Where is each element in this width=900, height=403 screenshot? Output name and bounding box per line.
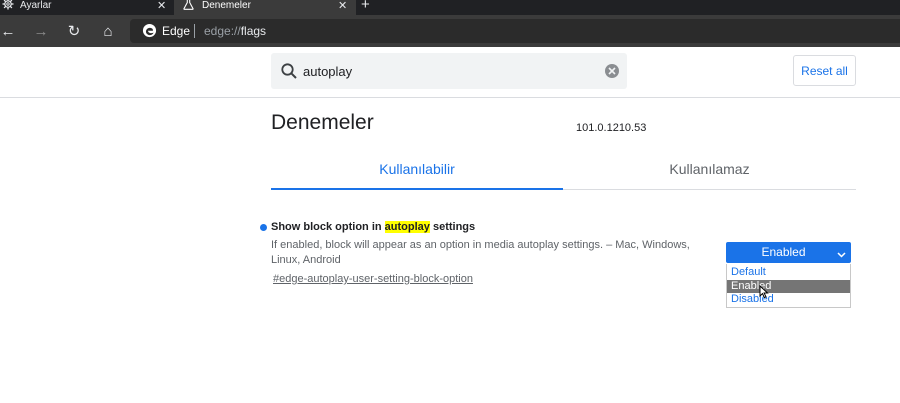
chevron-down-icon [837, 248, 846, 258]
address-bar[interactable]: Edge edge://flags [130, 19, 900, 43]
option-default[interactable]: Default [727, 266, 850, 279]
url-scheme: edge:// [204, 24, 241, 38]
experiments-tab-nav: Kullanılabilir Kullanılamaz [271, 148, 856, 190]
experiment-title: Show block option in autoplay settings [271, 219, 475, 235]
mouse-cursor-icon [759, 284, 771, 299]
back-button[interactable]: ← [0, 15, 22, 47]
address-divider [194, 24, 195, 38]
clear-search-icon[interactable] [604, 63, 620, 79]
search-match-highlight: autoplay [384, 221, 430, 233]
reset-all-button[interactable]: Reset all [793, 55, 856, 86]
experiment-title-prefix: Show block option in [271, 221, 385, 233]
search-input[interactable] [303, 60, 583, 82]
refresh-button[interactable]: ↻ [60, 15, 88, 47]
version-label: 101.0.1210.53 [576, 122, 647, 134]
tab-label: Ayarlar [20, 0, 52, 11]
close-tab-icon[interactable]: ✕ [157, 0, 166, 12]
new-tab-button[interactable]: + [361, 0, 370, 13]
experiment-permalink[interactable]: #edge-autoplay-user-setting-block-option [273, 272, 473, 286]
search-icon [280, 62, 298, 80]
search-box[interactable] [271, 53, 627, 89]
experiment-state-select[interactable]: Enabled [726, 242, 851, 263]
tab-unavailable[interactable]: Kullanılamaz [563, 148, 856, 190]
active-tab-underline [271, 188, 563, 190]
tab-label: Denemeler [202, 0, 251, 11]
edge-brand-label: Edge [162, 24, 191, 38]
url-text[interactable]: edge://flags [204, 23, 266, 39]
selected-value: Enabled [761, 245, 806, 259]
tab-denemeler[interactable]: Denemeler ✕ [174, 0, 356, 15]
option-enabled[interactable]: Enabled [727, 280, 850, 293]
state-options-list: Default Enabled Disabled [726, 264, 851, 308]
tab-available[interactable]: Kullanılabilir [271, 148, 563, 190]
modified-indicator-dot [260, 224, 267, 231]
experiment-description: If enabled, block will appear as an opti… [271, 239, 690, 266]
tab-strip: Ayarlar ✕ Denemeler ✕ + [0, 0, 900, 15]
browser-toolbar: ← → ↻ ⌂ Edge edge://flags [0, 15, 900, 47]
flags-header: Reset all [0, 47, 900, 98]
tab-ayarlar[interactable]: Ayarlar ✕ [0, 0, 172, 15]
option-disabled[interactable]: Disabled [727, 293, 850, 306]
flask-icon [183, 0, 194, 15]
experiment-title-suffix: settings [429, 221, 476, 233]
home-button[interactable]: ⌂ [94, 15, 122, 47]
close-tab-icon[interactable]: ✕ [338, 0, 347, 12]
edge-logo-icon [142, 23, 157, 38]
gear-icon [2, 0, 14, 15]
page-title: Denemeler [271, 111, 374, 134]
url-path: flags [240, 24, 267, 38]
forward-button[interactable]: → [27, 15, 55, 47]
